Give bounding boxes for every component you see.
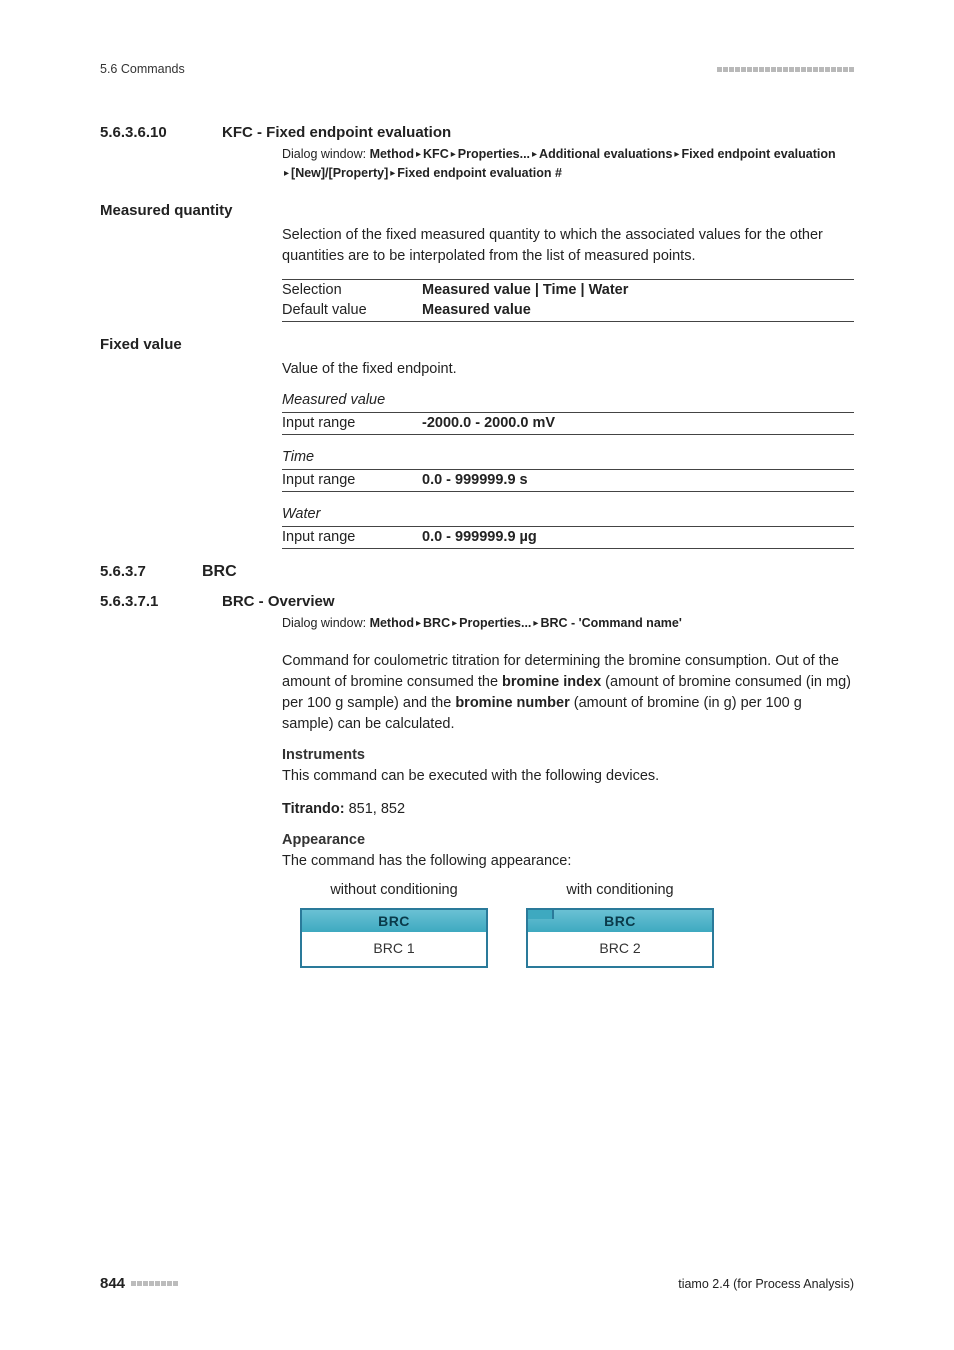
- measured-quantity-heading: Measured quantity: [100, 202, 854, 219]
- kv-value: Measured value | Time | Water: [422, 279, 854, 300]
- kv-key: Selection: [282, 279, 422, 300]
- dialog-seg: Method: [370, 616, 414, 630]
- section-number: 5.6.3.6.10: [100, 124, 200, 141]
- dialog-seg: Fixed endpoint evaluation: [681, 147, 835, 161]
- group-label: Measured value: [282, 392, 854, 408]
- kv-key: Default value: [282, 300, 422, 322]
- term-bromine-number: bromine number: [455, 695, 569, 711]
- dialog-seg: BRC - 'Command name': [540, 616, 681, 630]
- appearance-heading: Appearance: [282, 832, 854, 848]
- dialog-seg: Properties...: [459, 616, 531, 630]
- appearance-desc: The command has the following appearance…: [282, 851, 854, 872]
- brc-notch-icon: [526, 908, 554, 919]
- brc-block-name: BRC 1: [302, 932, 486, 966]
- kv-value: Measured value: [422, 300, 854, 322]
- footer-ticks-icon: [131, 1281, 178, 1286]
- dialog-label: Dialog window:: [282, 147, 366, 161]
- dialog-label: Dialog window:: [282, 616, 366, 630]
- instruments-desc: This command can be executed with the fo…: [282, 766, 854, 787]
- fixed-value-table: Input range0.0 - 999999.9 s: [282, 469, 854, 492]
- header-ticks-icon: [717, 67, 854, 72]
- section-number: 5.6.3.7.1: [100, 593, 200, 610]
- kv-value: -2000.0 - 2000.0 mV: [422, 412, 854, 434]
- instruments-heading: Instruments: [282, 747, 854, 763]
- fixed-value-heading: Fixed value: [100, 336, 854, 353]
- page-number: 844: [100, 1275, 125, 1292]
- dialog-seg: KFC: [423, 147, 449, 161]
- brc-block-title: BRC: [528, 910, 712, 932]
- dialog-seg: Properties...: [458, 147, 530, 161]
- kv-value: 0.0 - 999999.9 µg: [422, 526, 854, 548]
- brc-block-name: BRC 2: [528, 932, 712, 966]
- brc-block-with: BRC BRC 2: [526, 908, 714, 968]
- dialog-seg: Additional evaluations: [539, 147, 672, 161]
- group-label: Water: [282, 506, 854, 522]
- section-title: KFC - Fixed endpoint evaluation: [222, 124, 451, 141]
- dialog-path: Dialog window: Method▸KFC▸Properties...▸…: [282, 145, 854, 184]
- footer-product: tiamo 2.4 (for Process Analysis): [678, 1277, 854, 1291]
- without-conditioning-label: without conditioning: [300, 882, 488, 898]
- titrando-label: Titrando:: [282, 801, 345, 817]
- dialog-seg: BRC: [423, 616, 450, 630]
- measured-quantity-desc: Selection of the fixed measured quantity…: [282, 225, 854, 267]
- dialog-path: Dialog window: Method▸BRC▸Properties...▸…: [282, 614, 854, 633]
- brc-overview-desc: Command for coulometric titration for de…: [282, 651, 854, 735]
- kv-key: Input range: [282, 412, 422, 434]
- with-conditioning-label: with conditioning: [526, 882, 714, 898]
- brc-block-title: BRC: [302, 910, 486, 932]
- section-number: 5.6.3.7: [100, 563, 180, 580]
- term-bromine-index: bromine index: [502, 674, 601, 690]
- titrando-line: Titrando: 851, 852: [282, 799, 854, 820]
- measured-quantity-table: SelectionMeasured value | Time | Water D…: [282, 279, 854, 322]
- section-title: BRC - Overview: [222, 593, 335, 610]
- fixed-value-table: Input range0.0 - 999999.9 µg: [282, 526, 854, 549]
- fixed-value-desc: Value of the fixed endpoint.: [282, 359, 854, 380]
- section-title: BRC: [202, 563, 237, 581]
- dialog-seg: Method: [370, 147, 414, 161]
- titrando-value: 851, 852: [345, 801, 405, 817]
- group-label: Time: [282, 449, 854, 465]
- header-breadcrumb: 5.6 Commands: [100, 62, 185, 76]
- kv-value: 0.0 - 999999.9 s: [422, 469, 854, 491]
- dialog-seg: [New]/[Property]: [291, 166, 388, 180]
- dialog-seg: Fixed endpoint evaluation #: [397, 166, 562, 180]
- kv-key: Input range: [282, 526, 422, 548]
- brc-block-without: BRC BRC 1: [300, 908, 488, 968]
- fixed-value-table: Input range-2000.0 - 2000.0 mV: [282, 412, 854, 435]
- kv-key: Input range: [282, 469, 422, 491]
